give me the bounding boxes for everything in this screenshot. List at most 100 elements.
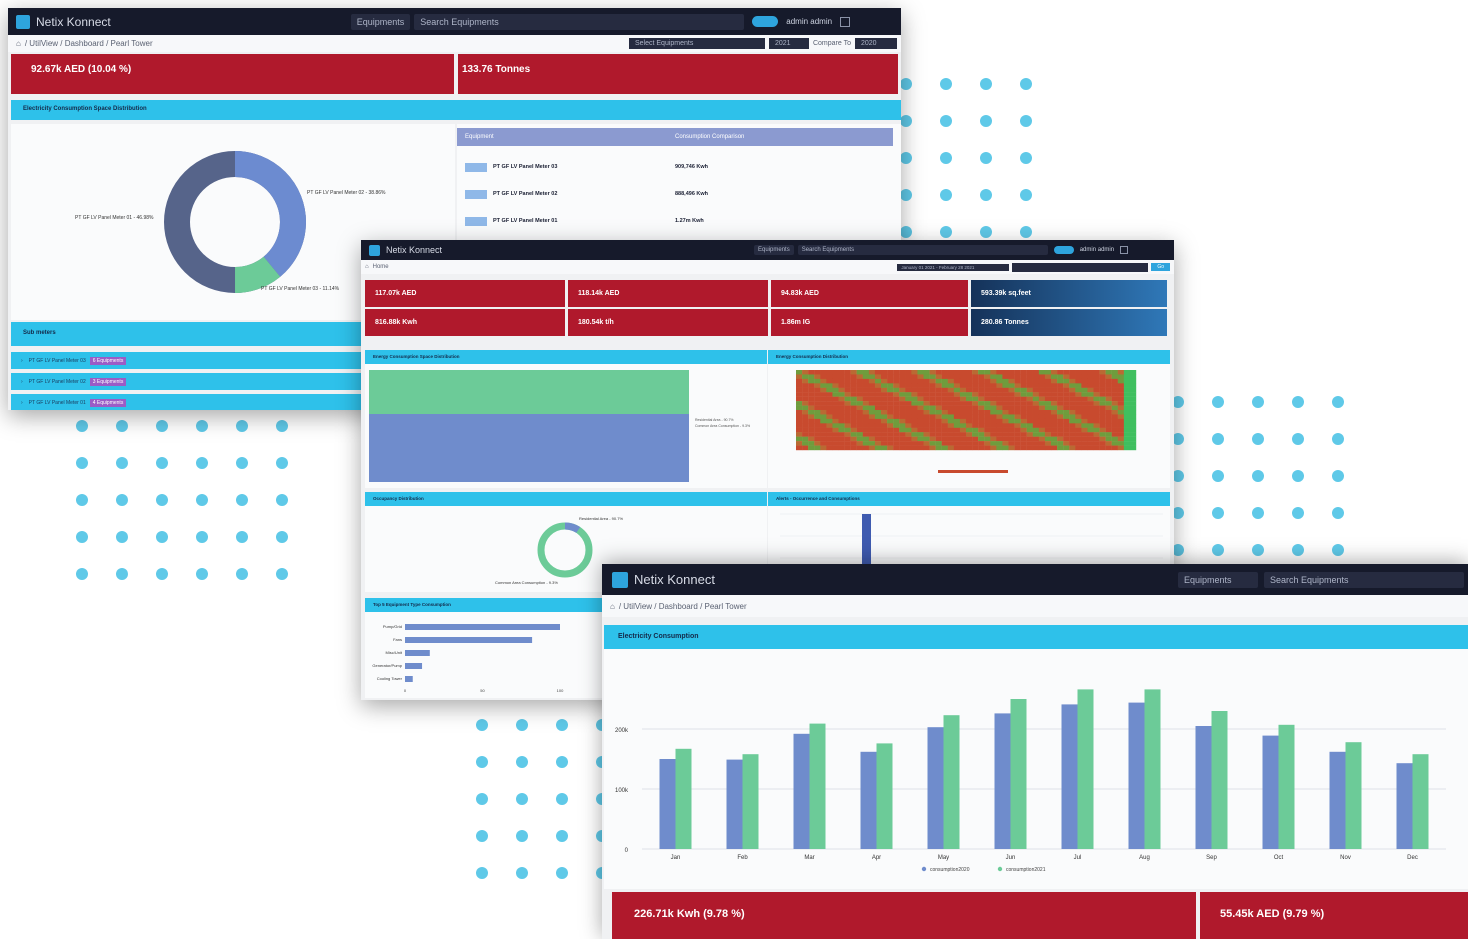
heatmap-cell[interactable] — [1032, 427, 1040, 433]
heatmap-cell[interactable] — [1026, 432, 1033, 437]
bar-consumption2020-Feb[interactable] — [726, 759, 743, 849]
heatmap-cell[interactable] — [862, 410, 870, 415]
heatmap-cell[interactable] — [874, 387, 882, 393]
heatmap-cell[interactable] — [1111, 387, 1118, 393]
heatmap-cell[interactable] — [996, 378, 1003, 384]
heatmap-cell[interactable] — [947, 374, 955, 380]
heatmap-cell[interactable] — [868, 423, 876, 428]
heatmap-cell[interactable] — [899, 374, 906, 380]
heatmap-cell[interactable] — [808, 392, 815, 397]
heatmap-cell[interactable] — [1063, 401, 1070, 406]
heatmap-cell[interactable] — [1038, 396, 1046, 402]
heatmap-cell[interactable] — [1111, 414, 1118, 420]
heatmap-cell[interactable] — [959, 405, 967, 411]
heatmap-cell[interactable] — [990, 383, 997, 388]
heatmap-cell[interactable] — [838, 405, 845, 411]
heatmap-cell[interactable] — [911, 392, 918, 397]
heatmap-cell[interactable] — [1081, 427, 1088, 433]
heatmap-cell[interactable] — [868, 392, 876, 397]
heatmap-cell[interactable] — [1117, 374, 1125, 380]
heatmap-cell[interactable] — [850, 427, 857, 433]
heatmap-cell[interactable] — [947, 423, 955, 428]
heatmap-cell[interactable] — [874, 383, 882, 388]
heatmap-cell[interactable] — [856, 423, 863, 428]
heatmap-cell[interactable] — [1069, 445, 1076, 451]
heatmap-cell[interactable] — [1075, 436, 1082, 442]
heatmap-cell[interactable] — [911, 401, 918, 406]
heatmap-cell[interactable] — [832, 383, 839, 388]
heatmap-cell[interactable] — [820, 374, 827, 380]
heatmap-cell[interactable] — [990, 414, 997, 420]
heatmap-cell[interactable] — [1093, 396, 1100, 402]
heatmap-cell[interactable] — [1014, 427, 1021, 433]
heatmap-cell[interactable] — [923, 392, 930, 397]
heatmap-cell[interactable] — [1002, 392, 1009, 397]
heatmap-cell[interactable] — [881, 436, 888, 442]
heatmap-cell[interactable] — [899, 445, 906, 451]
heatmap-cell[interactable] — [899, 383, 906, 388]
heatmap-cell[interactable] — [1117, 392, 1125, 397]
heatmap-cell[interactable] — [862, 427, 870, 433]
heatmap-cell[interactable] — [887, 387, 894, 393]
heatmap-cell[interactable] — [972, 436, 979, 442]
heatmap-cell[interactable] — [1099, 392, 1106, 397]
heatmap-cell[interactable] — [905, 445, 912, 451]
heatmap-cell[interactable] — [844, 410, 851, 415]
heatmap-cell[interactable] — [1057, 401, 1064, 406]
heatmap-cell[interactable] — [1014, 405, 1021, 411]
heatmap-cell[interactable] — [1105, 370, 1112, 375]
heatmap-cell[interactable] — [984, 378, 991, 384]
heatmap-cell[interactable] — [856, 374, 863, 380]
heatmap-cell[interactable] — [917, 383, 924, 388]
heatmap-cell[interactable] — [947, 432, 955, 437]
heatmap-cell[interactable] — [838, 423, 845, 428]
heatmap-cell[interactable] — [844, 423, 851, 428]
heatmap-cell[interactable] — [796, 401, 803, 406]
heatmap-cell[interactable] — [996, 383, 1003, 388]
heatmap-cell[interactable] — [887, 414, 894, 420]
heatmap-cell[interactable] — [1075, 410, 1082, 415]
heatmap-cell[interactable] — [959, 401, 967, 406]
heatmap-cell[interactable] — [874, 374, 882, 380]
heatmap-cell[interactable] — [1123, 396, 1131, 402]
heatmap-cell[interactable] — [990, 432, 997, 437]
heatmap-cell[interactable] — [984, 441, 991, 446]
heatmap-cell[interactable] — [959, 441, 967, 446]
heatmap-cell[interactable] — [808, 401, 815, 406]
heatmap-cell[interactable] — [1038, 445, 1046, 451]
heatmap-cell[interactable] — [1063, 396, 1070, 402]
heatmap-cell[interactable] — [1123, 401, 1131, 406]
heatmap-cell[interactable] — [899, 378, 906, 384]
heatmap-cell[interactable] — [978, 445, 985, 451]
hbar[interactable] — [405, 624, 560, 630]
heatmap-cell[interactable] — [929, 374, 936, 380]
heatmap-cell[interactable] — [832, 410, 839, 415]
heatmap-cell[interactable] — [1051, 445, 1058, 451]
heatmap-cell[interactable] — [1044, 405, 1052, 411]
heatmap-cell[interactable] — [984, 414, 991, 420]
heatmap-cell[interactable] — [984, 383, 991, 388]
heatmap-cell[interactable] — [1014, 410, 1021, 415]
heatmap-cell[interactable] — [1087, 423, 1094, 428]
heatmap-cell[interactable] — [1081, 383, 1088, 388]
heatmap-cell[interactable] — [893, 396, 900, 402]
heatmap-cell[interactable] — [929, 436, 936, 442]
heatmap-cell[interactable] — [978, 436, 985, 442]
heatmap-cell[interactable] — [1087, 370, 1094, 375]
heatmap-cell[interactable] — [1069, 414, 1076, 420]
heatmap-cell[interactable] — [881, 392, 888, 397]
heatmap-cell[interactable] — [1063, 445, 1070, 451]
heatmap-cell[interactable] — [893, 423, 900, 428]
heatmap-cell[interactable] — [1123, 378, 1131, 384]
heatmap-cell[interactable] — [802, 423, 809, 428]
heatmap-cell[interactable] — [1069, 423, 1076, 428]
heatmap-cell[interactable] — [984, 374, 991, 380]
heatmap-cell[interactable] — [996, 427, 1003, 433]
heatmap-cell[interactable] — [935, 427, 942, 433]
heatmap-cell[interactable] — [838, 387, 845, 393]
heatmap-cell[interactable] — [814, 374, 821, 380]
heatmap-cell[interactable] — [1044, 370, 1052, 375]
heatmap-cell[interactable] — [1075, 401, 1082, 406]
heatmap-cell[interactable] — [972, 441, 979, 446]
heatmap-cell[interactable] — [893, 418, 900, 424]
